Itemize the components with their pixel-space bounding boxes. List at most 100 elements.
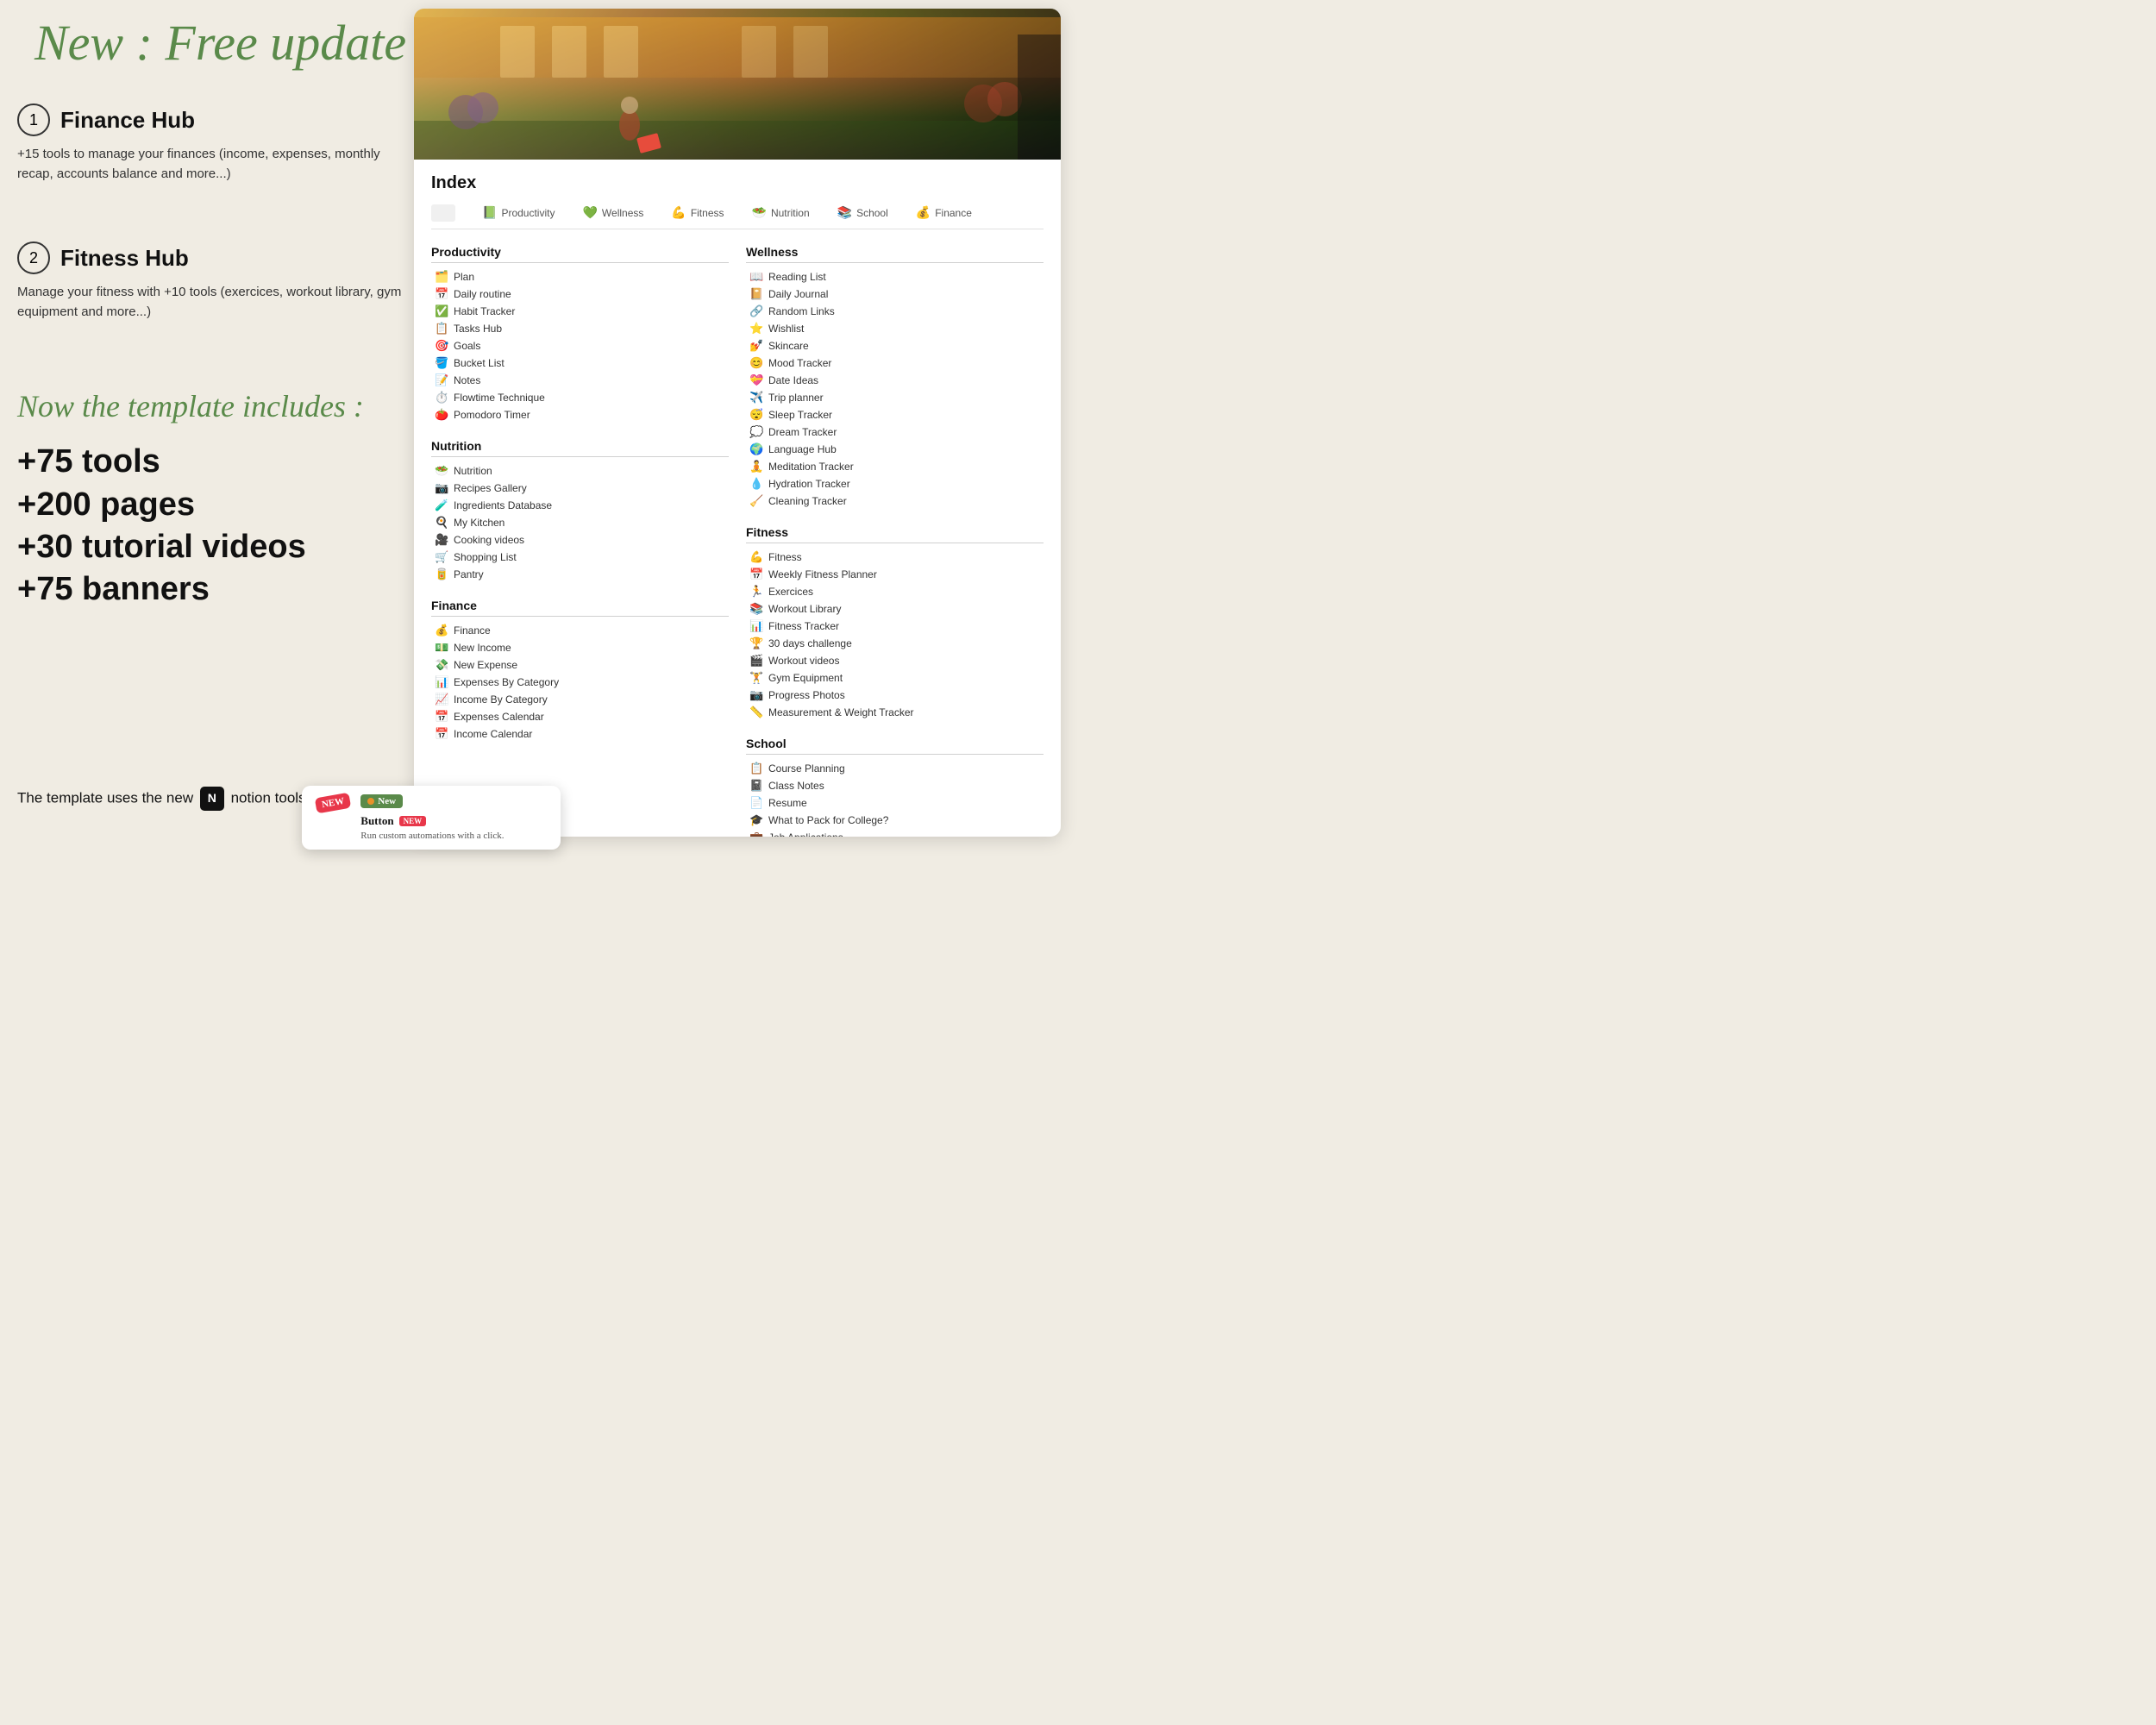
list-item[interactable]: 💧Hydration Tracker [746, 475, 1044, 492]
item-emoji: 🧪 [435, 499, 448, 512]
new-label-green-button[interactable]: New [360, 794, 403, 808]
list-item[interactable]: 💸New Expense [431, 656, 729, 674]
list-item[interactable]: ✈️Trip planner [746, 389, 1044, 406]
item-label: Sleep Tracker [768, 409, 832, 421]
item-emoji: 😴 [749, 408, 763, 422]
list-item[interactable]: 💵New Income [431, 639, 729, 656]
list-item[interactable]: ⭐Wishlist [746, 320, 1044, 337]
tab-school-label: School [856, 207, 888, 219]
school-section: School 📋Course Planning 📓Class Notes 📄Re… [746, 733, 1044, 837]
tab-wellness[interactable]: 💚 Wellness [577, 204, 649, 222]
tab-nutrition-label: Nutrition [771, 207, 810, 219]
notion-tab-bar[interactable]: 📗 Productivity 💚 Wellness 💪 Fitness 🥗 Nu… [431, 204, 1044, 229]
item-label: Progress Photos [768, 689, 845, 701]
list-item[interactable]: 🏋️Gym Equipment [746, 669, 1044, 687]
list-item[interactable]: 📔Daily Journal [746, 285, 1044, 303]
list-item[interactable]: 📝Notes [431, 372, 729, 389]
productivity-section: Productivity 🗂️Plan 📅Daily routine ✅Habi… [431, 242, 729, 423]
list-item[interactable]: 📅Expenses Calendar [431, 708, 729, 725]
list-item[interactable]: 😊Mood Tracker [746, 354, 1044, 372]
list-item[interactable]: 💼Job Applications [746, 829, 1044, 837]
item-label: Random Links [768, 305, 835, 317]
list-item[interactable]: 💭Dream Tracker [746, 423, 1044, 441]
list-item[interactable]: 📷Progress Photos [746, 687, 1044, 704]
item-label: Nutrition [454, 465, 492, 477]
tab-fitness[interactable]: 💪 Fitness [666, 204, 729, 222]
item-label: Cooking videos [454, 534, 524, 546]
item-emoji: 📈 [435, 693, 448, 706]
item-emoji: 🎯 [435, 339, 448, 353]
list-item[interactable]: 🗂️Plan [431, 268, 729, 285]
list-item[interactable]: 💝Date Ideas [746, 372, 1044, 389]
item-emoji: 🏆 [749, 637, 763, 650]
list-item[interactable]: 📅Income Calendar [431, 725, 729, 743]
list-item[interactable]: 🍅Pomodoro Timer [431, 406, 729, 423]
list-item[interactable]: 🏆30 days challenge [746, 635, 1044, 652]
stat-tools: +75 tools [17, 441, 364, 483]
list-item[interactable]: 📊Expenses By Category [431, 674, 729, 691]
tab-nutrition[interactable]: 🥗 Nutrition [747, 204, 815, 222]
item-label: Exercices [768, 586, 813, 598]
item-emoji: 📅 [435, 710, 448, 724]
item-label: Wishlist [768, 323, 804, 335]
list-item[interactable]: 🧘Meditation Tracker [746, 458, 1044, 475]
item-emoji: 📋 [435, 322, 448, 336]
list-item[interactable]: ✅Habit Tracker [431, 303, 729, 320]
button-new-tag: NEW [399, 816, 427, 826]
item-label: Plan [454, 271, 474, 283]
list-item[interactable]: 📈Income By Category [431, 691, 729, 708]
list-item[interactable]: 💪Fitness [746, 549, 1044, 566]
item-emoji: ✅ [435, 304, 448, 318]
list-item[interactable]: 📏Measurement & Weight Tracker [746, 704, 1044, 721]
new-badge-rotated: NEW [316, 794, 350, 811]
list-item[interactable]: 🎓What to Pack for College? [746, 812, 1044, 829]
list-item[interactable]: 🎬Workout videos [746, 652, 1044, 669]
list-item[interactable]: 💰Finance [431, 622, 729, 639]
notion-preview: Index 📗 Productivity 💚 Wellness 💪 Fitnes… [414, 9, 1061, 837]
tab-school[interactable]: 📚 School [832, 204, 893, 222]
item-label: What to Pack for College? [768, 814, 888, 826]
left-column: Productivity 🗂️Plan 📅Daily routine ✅Habi… [431, 242, 729, 837]
list-item[interactable]: 🪣Bucket List [431, 354, 729, 372]
list-item[interactable]: 📚Workout Library [746, 600, 1044, 618]
list-item[interactable]: 🛒Shopping List [431, 549, 729, 566]
list-item[interactable]: 🥗Nutrition [431, 462, 729, 480]
list-item[interactable]: 💅Skincare [746, 337, 1044, 354]
list-item[interactable]: 📷Recipes Gallery [431, 480, 729, 497]
list-item[interactable]: 📊Fitness Tracker [746, 618, 1044, 635]
item-label: Expenses By Category [454, 676, 559, 688]
list-item[interactable]: ⏱️Flowtime Technique [431, 389, 729, 406]
list-item[interactable]: 😴 Sleep Tracker [746, 406, 1044, 423]
new-label-text: New [378, 796, 396, 806]
tab-productivity[interactable]: 📗 Productivity [477, 204, 560, 222]
list-item[interactable]: 📖Reading List [746, 268, 1044, 285]
list-item[interactable]: 🌍Language Hub [746, 441, 1044, 458]
list-item[interactable]: 🥫Pantry [431, 566, 729, 583]
tab-finance[interactable]: 💰 Finance [911, 204, 977, 222]
list-item[interactable]: 🔗Random Links [746, 303, 1044, 320]
item-emoji: 📓 [749, 779, 763, 793]
item-emoji: 📅 [749, 568, 763, 581]
section-number-2: 2 [17, 242, 50, 274]
main-title: New : Free update [34, 16, 406, 71]
list-item[interactable]: 🏃Exercices [746, 583, 1044, 600]
item-label: Cleaning Tracker [768, 495, 847, 507]
list-item[interactable]: 🎯Goals [431, 337, 729, 354]
list-item[interactable]: 🍳My Kitchen [431, 514, 729, 531]
item-label: Language Hub [768, 443, 837, 455]
list-item[interactable]: 📓Class Notes [746, 777, 1044, 794]
item-emoji: ✈️ [749, 391, 763, 405]
list-item[interactable]: 📄Resume [746, 794, 1044, 812]
tab-icon-grid[interactable] [431, 204, 455, 222]
banner-scene [414, 9, 1061, 160]
stat-pages: +200 pages [17, 484, 364, 526]
list-item[interactable]: 📅Weekly Fitness Planner [746, 566, 1044, 583]
item-emoji: 📝 [435, 373, 448, 387]
list-item[interactable]: 📅Daily routine [431, 285, 729, 303]
list-item[interactable]: 🧪Ingredients Database [431, 497, 729, 514]
list-item[interactable]: 🎥Cooking videos [431, 531, 729, 549]
list-item[interactable]: 📋Course Planning [746, 760, 1044, 777]
list-item[interactable]: 🧹Cleaning Tracker [746, 492, 1044, 510]
list-item[interactable]: 📋Tasks Hub [431, 320, 729, 337]
tab-finance-icon: 💰 [916, 205, 931, 220]
